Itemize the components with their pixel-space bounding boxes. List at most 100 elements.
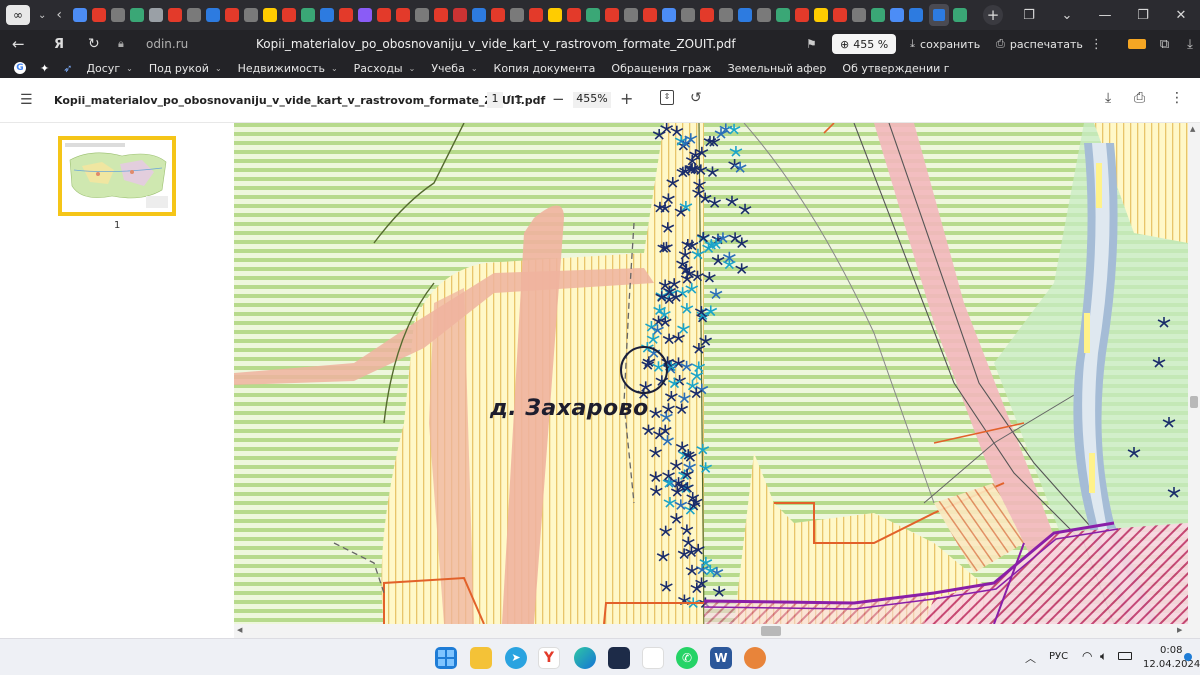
fit-page-icon[interactable]: ⇕ [660,90,674,105]
pinned-tab-favicon[interactable] [870,8,885,22]
zoom-level-input[interactable]: 455% [573,92,611,108]
pinned-tab-favicon[interactable] [718,8,733,22]
battery-icon[interactable] [1118,652,1132,660]
pinned-tab-favicon[interactable] [471,8,486,22]
print-pdf-icon[interactable]: ⎙ [1134,90,1145,106]
pdf-page-viewport[interactable]: д. Захарово [234,123,1188,624]
clock-time[interactable]: 0:08 [1160,645,1182,656]
bookmark-item[interactable]: Копия документа [494,62,596,75]
scroll-up-icon[interactable]: ▲ [1190,125,1195,133]
input-language[interactable]: РУС [1049,651,1068,662]
tab-list-chevron-icon[interactable]: ⌄ [38,10,46,21]
pinned-tab-favicon[interactable] [813,8,828,22]
extensions-icon[interactable]: ⧉ [1160,37,1169,52]
pinned-tab-favicon[interactable] [395,8,410,22]
pinned-tab-favicon[interactable] [699,8,714,22]
close-button[interactable]: ✕ [1162,8,1200,23]
pinned-tab-favicon[interactable] [376,8,391,22]
app-icon[interactable] [608,647,630,669]
sparkle-icon[interactable]: ✦ [40,62,49,75]
pinned-tab-favicon[interactable] [452,8,467,22]
vertical-scroll-thumb[interactable] [1190,396,1198,408]
yandex-browser-icon[interactable]: Y [538,647,560,669]
paint-icon[interactable] [642,647,664,669]
print-button[interactable]: распечатать [1010,38,1090,51]
pinned-tab-favicon[interactable] [433,8,448,22]
pinned-tab-favicon[interactable] [490,8,505,22]
rotate-icon[interactable]: ↺ [690,90,702,106]
page-thumbnail[interactable] [58,136,176,216]
pinned-tab-favicon[interactable] [604,8,619,22]
pinned-tab-favicon[interactable] [205,8,220,22]
bookmark-item[interactable]: Земельный афер [728,62,827,75]
scroll-left-icon[interactable]: ◀ [237,626,242,634]
pinned-tab-favicon[interactable] [319,8,334,22]
horizontal-scrollbar[interactable]: ◀ ▶ [234,624,1188,638]
pinned-tab-favicon[interactable] [775,8,790,22]
page-current-input[interactable]: 1 [487,92,503,108]
pinned-tab-favicon[interactable] [889,8,904,22]
bookmark-item[interactable]: Под рукой ⌄ [149,62,222,75]
pinned-tab-favicon[interactable] [91,8,106,22]
pinned-tab-favicon[interactable] [281,8,296,22]
download-pdf-icon[interactable]: ⤓ [1105,90,1111,106]
pdf-menu-icon[interactable]: ☰ [20,92,33,108]
pinned-tab-favicon[interactable] [680,8,695,22]
whatsapp-icon[interactable]: ✆ [676,647,698,669]
edge-icon[interactable] [574,647,596,669]
pinned-tab-favicon[interactable] [642,8,657,22]
pinned-tab-favicon[interactable] [224,8,239,22]
pinned-tab-favicon[interactable] [414,8,429,22]
chevron-up-icon[interactable]: ︿ [1025,650,1036,666]
volume-icon[interactable]: 🔈︎ [1100,649,1107,664]
pinned-tab-favicon[interactable] [243,8,258,22]
pinned-tab-favicon[interactable] [623,8,638,22]
pinned-tab-favicon[interactable] [832,8,847,22]
pinned-tab-favicon[interactable] [509,8,524,22]
back-tabs-icon[interactable]: ‹ [56,7,62,23]
pinned-tab-favicon[interactable] [547,8,562,22]
bookmark-item[interactable]: Об утверждении г [842,62,949,75]
pinned-tab-favicon[interactable] [851,8,866,22]
bookmark-favicon[interactable]: ➶ [63,62,72,75]
zoom-badge[interactable]: ⊕ 455 % [832,34,897,54]
more-icon[interactable]: ⋮ [1090,37,1114,52]
bookmark-item[interactable]: Досуг ⌄ [86,62,132,75]
clock-date[interactable]: 12.04.2024 [1143,659,1200,670]
browser-menu-button[interactable]: ∞ [6,5,30,25]
pinned-tab-favicon[interactable] [528,8,543,22]
pinned-tab-favicon[interactable] [148,8,163,22]
notification-badge-icon[interactable] [1184,653,1192,661]
zoom-in-icon[interactable]: + [620,89,633,108]
pinned-tab-favicon[interactable] [585,8,600,22]
pinned-tab-favicon[interactable] [756,8,771,22]
maximize-button[interactable]: ❐ [1124,8,1162,23]
bookmark-icon[interactable]: ⚑ [806,37,832,51]
tab-panel-icon[interactable]: ❐ [1010,8,1048,23]
telegram-icon[interactable]: ➤ [505,647,527,669]
pdf-more-icon[interactable]: ⋮ [1170,90,1184,106]
google-icon[interactable]: G [14,62,26,74]
new-tab-button[interactable]: + [983,5,1003,25]
pinned-tab-favicon[interactable] [262,8,277,22]
vertical-scrollbar[interactable]: ▲ [1188,123,1200,624]
pinned-tab-favicon[interactable] [110,8,125,22]
pinned-tab-favicon[interactable] [72,8,87,22]
pinned-tab-favicon[interactable] [338,8,353,22]
bookmark-item[interactable]: Недвижимость ⌄ [238,62,338,75]
pinned-tab-favicon[interactable] [300,8,315,22]
horizontal-scroll-thumb[interactable] [761,626,781,636]
pinned-tab-favicon[interactable] [737,8,752,22]
pinned-tab-favicon[interactable] [908,8,923,22]
back-arrow-icon[interactable]: ← [12,35,34,53]
pinned-tab-favicon[interactable] [186,8,201,22]
bookmark-item[interactable]: Расходы ⌄ [354,62,416,75]
pinned-tab-favicon[interactable] [167,8,182,22]
downloads-badge-icon[interactable]: ⤓ [1187,37,1193,52]
active-tab[interactable] [929,4,949,26]
pinned-tab-favicon[interactable] [661,8,676,22]
collapse-icon[interactable]: ⌄ [1048,8,1086,23]
pinned-tab-favicon[interactable] [794,8,809,22]
word-icon[interactable]: W [710,647,732,669]
minimize-button[interactable]: — [1086,8,1124,23]
